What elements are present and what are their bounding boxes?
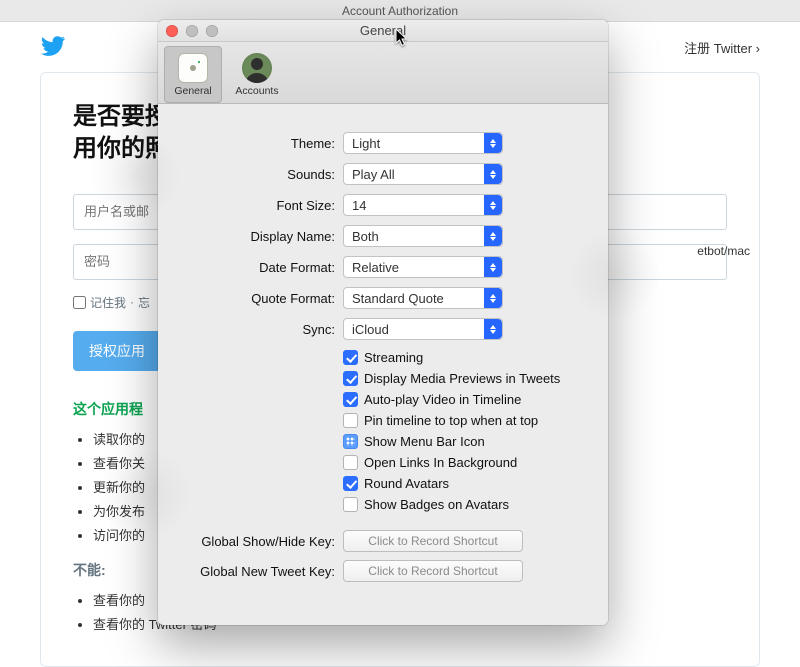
window-close-icon[interactable] <box>166 25 178 37</box>
chevron-updown-icon <box>484 164 502 184</box>
checkbox-row[interactable]: Open Links In Background <box>343 455 590 470</box>
sounds-label: Sounds: <box>158 167 343 182</box>
tab-general-label: General <box>174 85 211 97</box>
display-name-label: Display Name: <box>158 229 343 244</box>
bg-window-title: Account Authorization <box>0 0 800 22</box>
checkbox-row[interactable]: Streaming <box>343 350 590 365</box>
chevron-updown-icon <box>484 319 502 339</box>
checkbox-row[interactable]: Show Badges on Avatars <box>343 497 590 512</box>
checkbox-icon[interactable] <box>343 434 358 449</box>
chevron-updown-icon <box>484 133 502 153</box>
window-minimize-icon[interactable] <box>186 25 198 37</box>
checkbox-icon[interactable] <box>343 350 358 365</box>
font-size-value: 14 <box>352 198 366 213</box>
accounts-icon <box>242 53 272 83</box>
chevron-updown-icon <box>484 195 502 215</box>
quote-format-label: Quote Format: <box>158 291 343 306</box>
window-zoom-icon[interactable] <box>206 25 218 37</box>
checkbox-label: Pin timeline to top when at top <box>364 413 538 428</box>
checkbox-icon[interactable] <box>343 392 358 407</box>
remember-me-checkbox[interactable] <box>73 296 86 309</box>
checkbox-icon[interactable] <box>343 476 358 491</box>
checkbox-label: Streaming <box>364 350 423 365</box>
pref-toolbar: General Accounts <box>158 42 608 104</box>
tab-accounts[interactable]: Accounts <box>228 46 286 103</box>
sounds-value: Play All <box>352 167 395 182</box>
theme-select[interactable]: Light <box>343 132 503 154</box>
theme-label: Theme: <box>158 136 343 151</box>
chevron-updown-icon <box>484 288 502 308</box>
display-name-value: Both <box>352 229 379 244</box>
checkbox-label: Auto-play Video in Timeline <box>364 392 521 407</box>
checkbox-label: Display Media Previews in Tweets <box>364 371 560 386</box>
checkbox-row[interactable]: Display Media Previews in Tweets <box>343 371 590 386</box>
sync-label: Sync: <box>158 322 343 337</box>
date-format-select[interactable]: Relative <box>343 256 503 278</box>
pref-titlebar[interactable]: General <box>158 20 608 42</box>
checkbox-label: Round Avatars <box>364 476 449 491</box>
checkbox-row[interactable]: Round Avatars <box>343 476 590 491</box>
chevron-updown-icon <box>484 226 502 246</box>
checkbox-row[interactable]: Pin timeline to top when at top <box>343 413 590 428</box>
font-size-label: Font Size: <box>158 198 343 213</box>
mouse-cursor-icon <box>395 28 409 48</box>
quote-format-select[interactable]: Standard Quote <box>343 287 503 309</box>
checkbox-group: Streaming Display Media Previews in Tweet… <box>343 350 590 512</box>
global-newtweet-button[interactable]: Click to Record Shortcut <box>343 560 523 582</box>
sync-value: iCloud <box>352 322 389 337</box>
checkbox-icon[interactable] <box>343 497 358 512</box>
checkbox-icon[interactable] <box>343 455 358 470</box>
global-showhide-button[interactable]: Click to Record Shortcut <box>343 530 523 552</box>
quote-format-value: Standard Quote <box>352 291 444 306</box>
display-name-select[interactable]: Both <box>343 225 503 247</box>
font-size-select[interactable]: 14 <box>343 194 503 216</box>
theme-value: Light <box>352 136 380 151</box>
global-showhide-label: Global Show/Hide Key: <box>158 534 343 549</box>
side-url-fragment: etbot/mac <box>697 244 750 258</box>
checkbox-row[interactable]: Show Menu Bar Icon <box>343 434 590 449</box>
twitter-logo-icon <box>40 33 66 62</box>
pref-body: Theme: Light Sounds: Play All Font Size:… <box>158 104 608 625</box>
forgot-link[interactable]: 忘 <box>138 294 150 311</box>
sounds-select[interactable]: Play All <box>343 163 503 185</box>
chevron-updown-icon <box>484 257 502 277</box>
checkbox-icon[interactable] <box>343 413 358 428</box>
checkbox-label: Open Links In Background <box>364 455 517 470</box>
preferences-window: General General Accounts Theme: Light So… <box>158 20 608 625</box>
checkbox-icon[interactable] <box>343 371 358 386</box>
checkbox-label: Show Badges on Avatars <box>364 497 509 512</box>
pref-window-title: General <box>158 23 608 38</box>
remember-me-label: 记住我 <box>90 294 126 311</box>
sync-select[interactable]: iCloud <box>343 318 503 340</box>
tab-accounts-label: Accounts <box>235 85 278 97</box>
checkbox-label: Show Menu Bar Icon <box>364 434 485 449</box>
tab-general[interactable]: General <box>164 46 222 103</box>
date-format-value: Relative <box>352 260 399 275</box>
authorize-app-button[interactable]: 授权应用 <box>73 331 161 371</box>
date-format-label: Date Format: <box>158 260 343 275</box>
checkbox-row[interactable]: Auto-play Video in Timeline <box>343 392 590 407</box>
general-icon <box>178 53 208 83</box>
global-newtweet-label: Global New Tweet Key: <box>158 564 343 579</box>
register-twitter-link[interactable]: 注册 Twitter › <box>684 38 760 57</box>
